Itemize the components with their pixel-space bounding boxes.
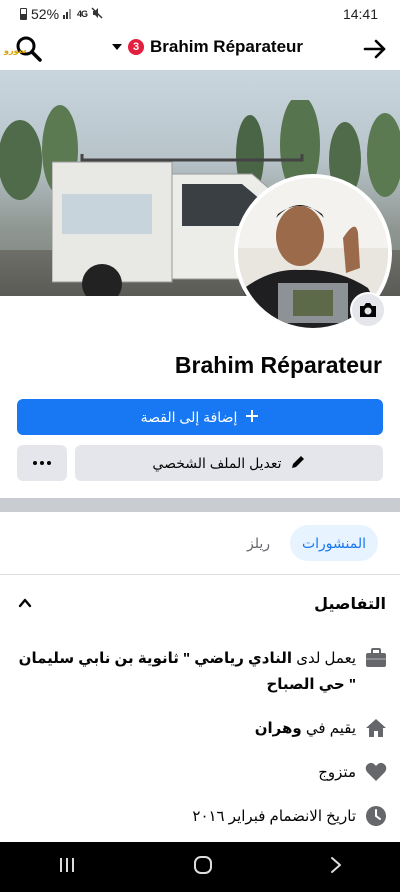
clock-time: 14:41 [342,6,378,22]
add-story-label: إضافة إلى القصة [140,408,238,425]
arrow-right-icon[interactable] [362,36,388,62]
edit-profile-label: تعديل الملف الشخصي [152,454,282,471]
work-text: يعمل لدى النادي رياضي " ثانوية بن نابي س… [16,646,356,698]
chevron-up-icon[interactable] [18,596,32,610]
home-icon [364,716,388,740]
edit-profile-button[interactable]: تعديل الملف الشخصي [75,445,383,481]
more-dots-icon [33,461,51,465]
battery-icon [20,8,27,20]
top-header: سوزو 3 Brahim Réparateur [0,28,400,68]
heart-icon [364,760,388,784]
status-left: 52% 4G [20,6,103,22]
tab-separator [0,574,400,575]
briefcase-icon [364,646,388,670]
section-divider [0,498,400,512]
detail-relationship: متزوج [318,760,388,786]
watermark-logo: سوزو [4,46,27,55]
header-title: Brahim Réparateur [150,37,304,56]
signal-icon [63,8,73,21]
home-button-icon[interactable] [193,855,213,879]
location-text: يقيم في وهران [255,716,356,742]
back-icon[interactable] [330,856,342,879]
location-prefix: يقيم في [305,720,356,737]
system-nav-bar [0,842,400,892]
tab-posts[interactable]: المنشورات [289,525,378,561]
plus-icon [245,409,259,426]
profile-name: Brahim Réparateur [174,352,382,378]
notification-badge: 3 [128,39,144,55]
pencil-icon [290,454,306,473]
profile-switcher[interactable]: 3 Brahim Réparateur [112,37,303,57]
work-prefix: يعمل لدى [296,650,356,667]
detail-joined: تاريخ الانضمام فبراير ٢٠١٦ [192,804,388,830]
battery-level: 52% [31,6,60,22]
recent-apps-icon[interactable] [58,857,76,878]
details-title: التفاصيل [314,596,386,613]
location-city[interactable]: وهران [255,720,302,737]
relationship-text: متزوج [318,764,356,781]
clock-icon [364,804,388,828]
add-to-story-button[interactable]: إضافة إلى القصة [17,399,383,435]
joined-text: تاريخ الانضمام فبراير ٢٠١٦ [192,808,356,825]
network-type: 4G [77,9,88,19]
more-options-button[interactable] [17,445,67,481]
camera-icon[interactable] [350,292,386,328]
tab-reels[interactable]: ريلز [241,525,276,561]
status-bar: 52% 4G 14:41 [0,0,400,28]
mute-icon [91,7,103,22]
detail-work: يعمل لدى النادي رياضي " ثانوية بن نابي س… [12,646,388,698]
caret-down-icon [112,44,122,50]
detail-location: يقيم في وهران [255,716,388,742]
